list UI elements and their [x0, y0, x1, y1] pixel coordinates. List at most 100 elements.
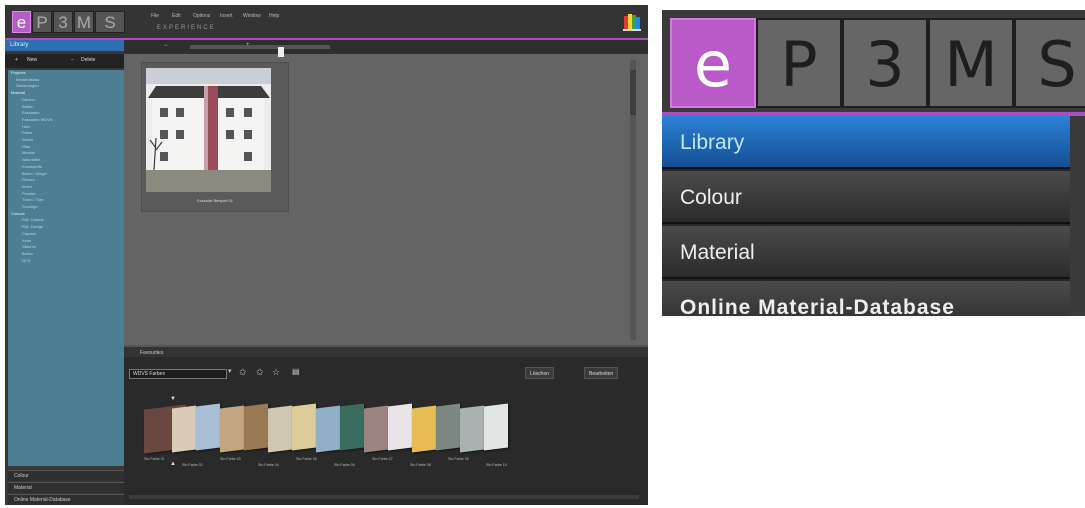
delete-favourite-button[interactable]: Löschen: [525, 367, 554, 379]
grid-view-icon[interactable]: ▤: [292, 367, 300, 376]
material-swatch[interactable]: [436, 403, 460, 451]
tree-item[interactable]: NCS: [8, 258, 124, 265]
zoom-letter-m[interactable]: M: [928, 18, 1014, 108]
arrow-up-icon[interactable]: ▲: [170, 461, 176, 467]
new-button[interactable]: New: [27, 57, 37, 63]
material-swatch[interactable]: [172, 405, 196, 453]
tree-item[interactable]: Bestandsbau: [8, 77, 124, 84]
menu-file[interactable]: File: [151, 13, 159, 19]
title-bar: e P 3 M S File Edit Options Insert Windo…: [5, 5, 648, 40]
favourites-header[interactable]: Favourites: [124, 345, 648, 357]
tree-item[interactable]: Naturstein: [8, 157, 124, 164]
tree-item[interactable]: Keim: [8, 238, 124, 245]
star-filled-icon[interactable]: ✩: [239, 367, 247, 378]
material-swatch[interactable]: [340, 403, 364, 451]
tree-item[interactable]: Innen: [8, 184, 124, 191]
edit-favourite-button[interactable]: Bearbeiten: [584, 367, 619, 379]
dropdown-arrow-icon[interactable]: ▾: [228, 367, 232, 375]
swatch-scrollbar[interactable]: [129, 495, 639, 499]
zoom-logo-bar: e P 3 M S: [662, 10, 1085, 116]
favourites-set-select[interactable]: WDVS Farben: [129, 369, 227, 379]
minus-icon[interactable]: −: [71, 57, 74, 63]
material-swatch[interactable]: [268, 405, 292, 453]
menu-options[interactable]: Options: [193, 13, 210, 19]
delete-button[interactable]: Delete: [81, 57, 95, 63]
menu-insert[interactable]: Insert: [220, 13, 233, 19]
logo-letter-m[interactable]: M: [74, 11, 94, 33]
tree-item[interactable]: Holz: [8, 124, 124, 131]
star-empty-icon[interactable]: ☆: [272, 367, 280, 378]
content-scrollbar[interactable]: [630, 60, 636, 340]
image-label: Fassade Beispiel 01: [196, 198, 234, 203]
tree-item[interactable]: Steine: [8, 137, 124, 144]
tree-item[interactable]: Caparol: [8, 231, 124, 238]
sidebar-library-tab[interactable]: Library: [5, 40, 124, 51]
tree-item[interactable]: Türen / Tore: [8, 197, 124, 204]
zoom-online-database-tab[interactable]: Online Material-Database: [662, 281, 1070, 316]
tree-item[interactable]: Material: [8, 90, 124, 97]
tree-item[interactable]: Böden: [8, 104, 124, 111]
content-scrollbar-thumb[interactable]: [630, 70, 636, 115]
logo-letter-e[interactable]: e: [12, 11, 31, 33]
swatch-label: Sto Farbe 02: [182, 463, 203, 467]
material-swatch[interactable]: [484, 403, 508, 451]
material-swatch[interactable]: [388, 403, 412, 451]
tree-item[interactable]: Dächer: [8, 97, 124, 104]
material-swatch[interactable]: [196, 403, 220, 451]
zoom-letter-3[interactable]: 3: [842, 18, 928, 108]
logo-letter-3[interactable]: 3: [53, 11, 73, 33]
material-swatch[interactable]: [244, 403, 268, 451]
tree-item[interactable]: Colours: [8, 211, 124, 218]
material-swatch[interactable]: [316, 405, 340, 453]
menu-window[interactable]: Window: [243, 13, 261, 19]
tree-item[interactable]: Fenster: [8, 191, 124, 198]
zoom-slider-handle[interactable]: [278, 47, 284, 57]
tree-item[interactable]: Fassaden: [8, 110, 124, 117]
sidebar-material-tab[interactable]: Material: [8, 482, 124, 493]
plus-icon[interactable]: +: [15, 57, 18, 63]
zoom-letter-p[interactable]: P: [756, 18, 842, 108]
house-photo-thumbnail[interactable]: [146, 68, 271, 192]
tree-item[interactable]: RAL Classic: [8, 217, 124, 224]
tree-item[interactable]: Metalle: [8, 150, 124, 157]
zoom-letter-e[interactable]: e: [670, 18, 756, 108]
zoom-material-tab[interactable]: Material: [662, 226, 1070, 279]
material-swatch[interactable]: [292, 403, 316, 451]
zoom-out-icon[interactable]: −: [164, 43, 168, 49]
tree-item[interactable]: Beton / Ziegel: [8, 171, 124, 178]
material-swatch[interactable]: [364, 405, 388, 453]
swatch-label: Sto Farbe 09: [448, 457, 469, 461]
material-swatch[interactable]: [220, 405, 244, 453]
sidebar: Library + New − Delete Projects Bestandsb…: [5, 40, 124, 505]
tree-item[interactable]: RAL Design: [8, 224, 124, 231]
tree-item[interactable]: Putze: [8, 130, 124, 137]
library-tree[interactable]: Projects Bestandsbau Sanierungen Material Dä…: [8, 70, 124, 466]
menu-help[interactable]: Help: [269, 13, 279, 19]
tree-item[interactable]: Sonstige: [8, 204, 124, 211]
tree-item[interactable]: Sanierungen: [8, 83, 124, 90]
tree-item[interactable]: Kunststoffe: [8, 164, 124, 171]
tree-item[interactable]: Sikkens: [8, 244, 124, 251]
swatch-strip[interactable]: Sto Farbe 01 Sto Farbe 02 Sto Farbe 03 Sto …: [144, 401, 564, 467]
tree-item[interactable]: Glas: [8, 144, 124, 151]
material-swatch[interactable]: [460, 405, 484, 453]
sidebar-online-database-tab[interactable]: Online Material-Database: [8, 494, 124, 505]
zoom-slider[interactable]: [190, 45, 330, 57]
brand-logo-icon: [623, 14, 641, 31]
zoomed-detail-panel: e P 3 M S Library Colour Material Online…: [662, 10, 1085, 316]
menu-edit[interactable]: Edit: [172, 13, 181, 19]
material-swatch[interactable]: [412, 405, 436, 453]
tree-item[interactable]: Fassaden WDVS: [8, 117, 124, 124]
tree-item[interactable]: Fliesen: [8, 177, 124, 184]
tree-item[interactable]: Brillux: [8, 251, 124, 258]
logo-letter-s[interactable]: S: [95, 11, 125, 33]
image-card[interactable]: Fassade Beispiel 01: [141, 62, 289, 212]
zoom-library-tab[interactable]: Library: [662, 116, 1070, 169]
zoom-colour-tab[interactable]: Colour: [662, 171, 1070, 224]
zoom-letter-s[interactable]: S: [1014, 18, 1085, 108]
zoom-in-icon[interactable]: +: [246, 42, 250, 48]
tree-item[interactable]: Projects: [8, 70, 124, 77]
star-icon[interactable]: ✩: [256, 367, 264, 378]
sidebar-colour-tab[interactable]: Colour: [8, 470, 124, 481]
logo-letter-p[interactable]: P: [32, 11, 52, 33]
